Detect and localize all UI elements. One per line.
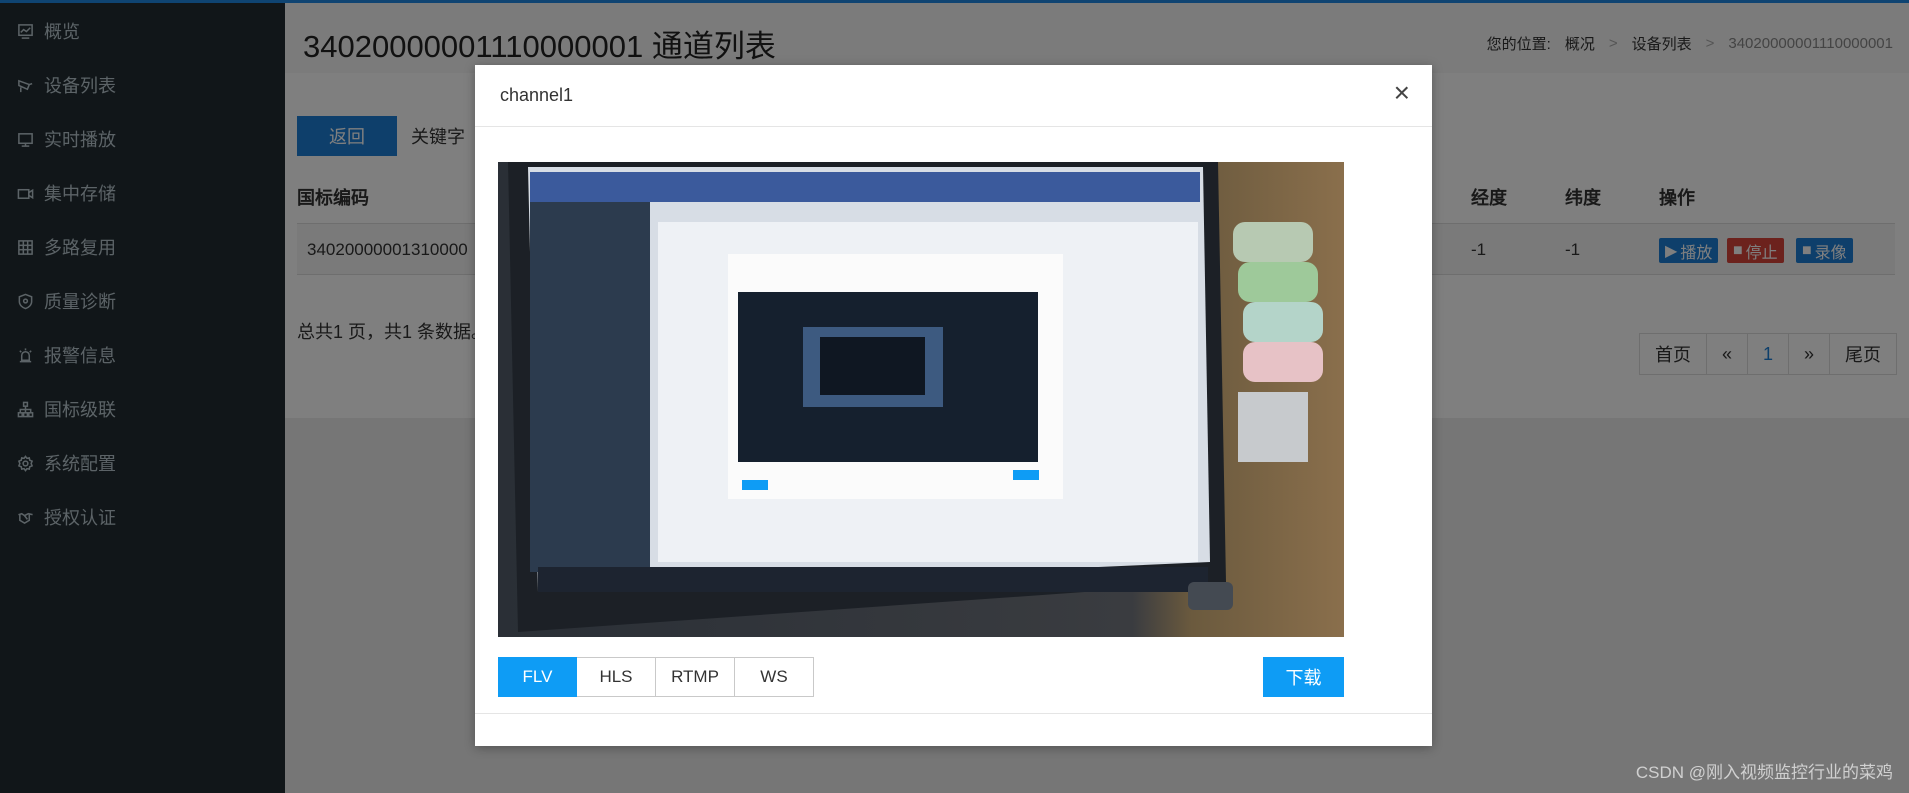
modal-header: channel1 × [475, 65, 1432, 127]
protocol-rtmp-button[interactable]: RTMP [656, 657, 735, 697]
modal-footer [475, 713, 1432, 714]
modal-title: channel1 [500, 85, 574, 105]
watermark: CSDN @刚入视频监控行业的菜鸡 [1635, 763, 1893, 782]
close-icon[interactable]: × [1394, 79, 1410, 107]
protocol-ws-button[interactable]: WS [735, 657, 814, 697]
video-player[interactable] [498, 162, 1344, 637]
protocol-flv-button[interactable]: FLV [498, 657, 577, 697]
video-frame-image [498, 162, 1344, 637]
video-player-modal: channel1 × FLV HLS RTMP WS 下载 [475, 65, 1432, 746]
download-button[interactable]: 下载 [1263, 657, 1344, 697]
protocol-hls-button[interactable]: HLS [577, 657, 656, 697]
protocol-switcher: FLV HLS RTMP WS [498, 657, 814, 697]
